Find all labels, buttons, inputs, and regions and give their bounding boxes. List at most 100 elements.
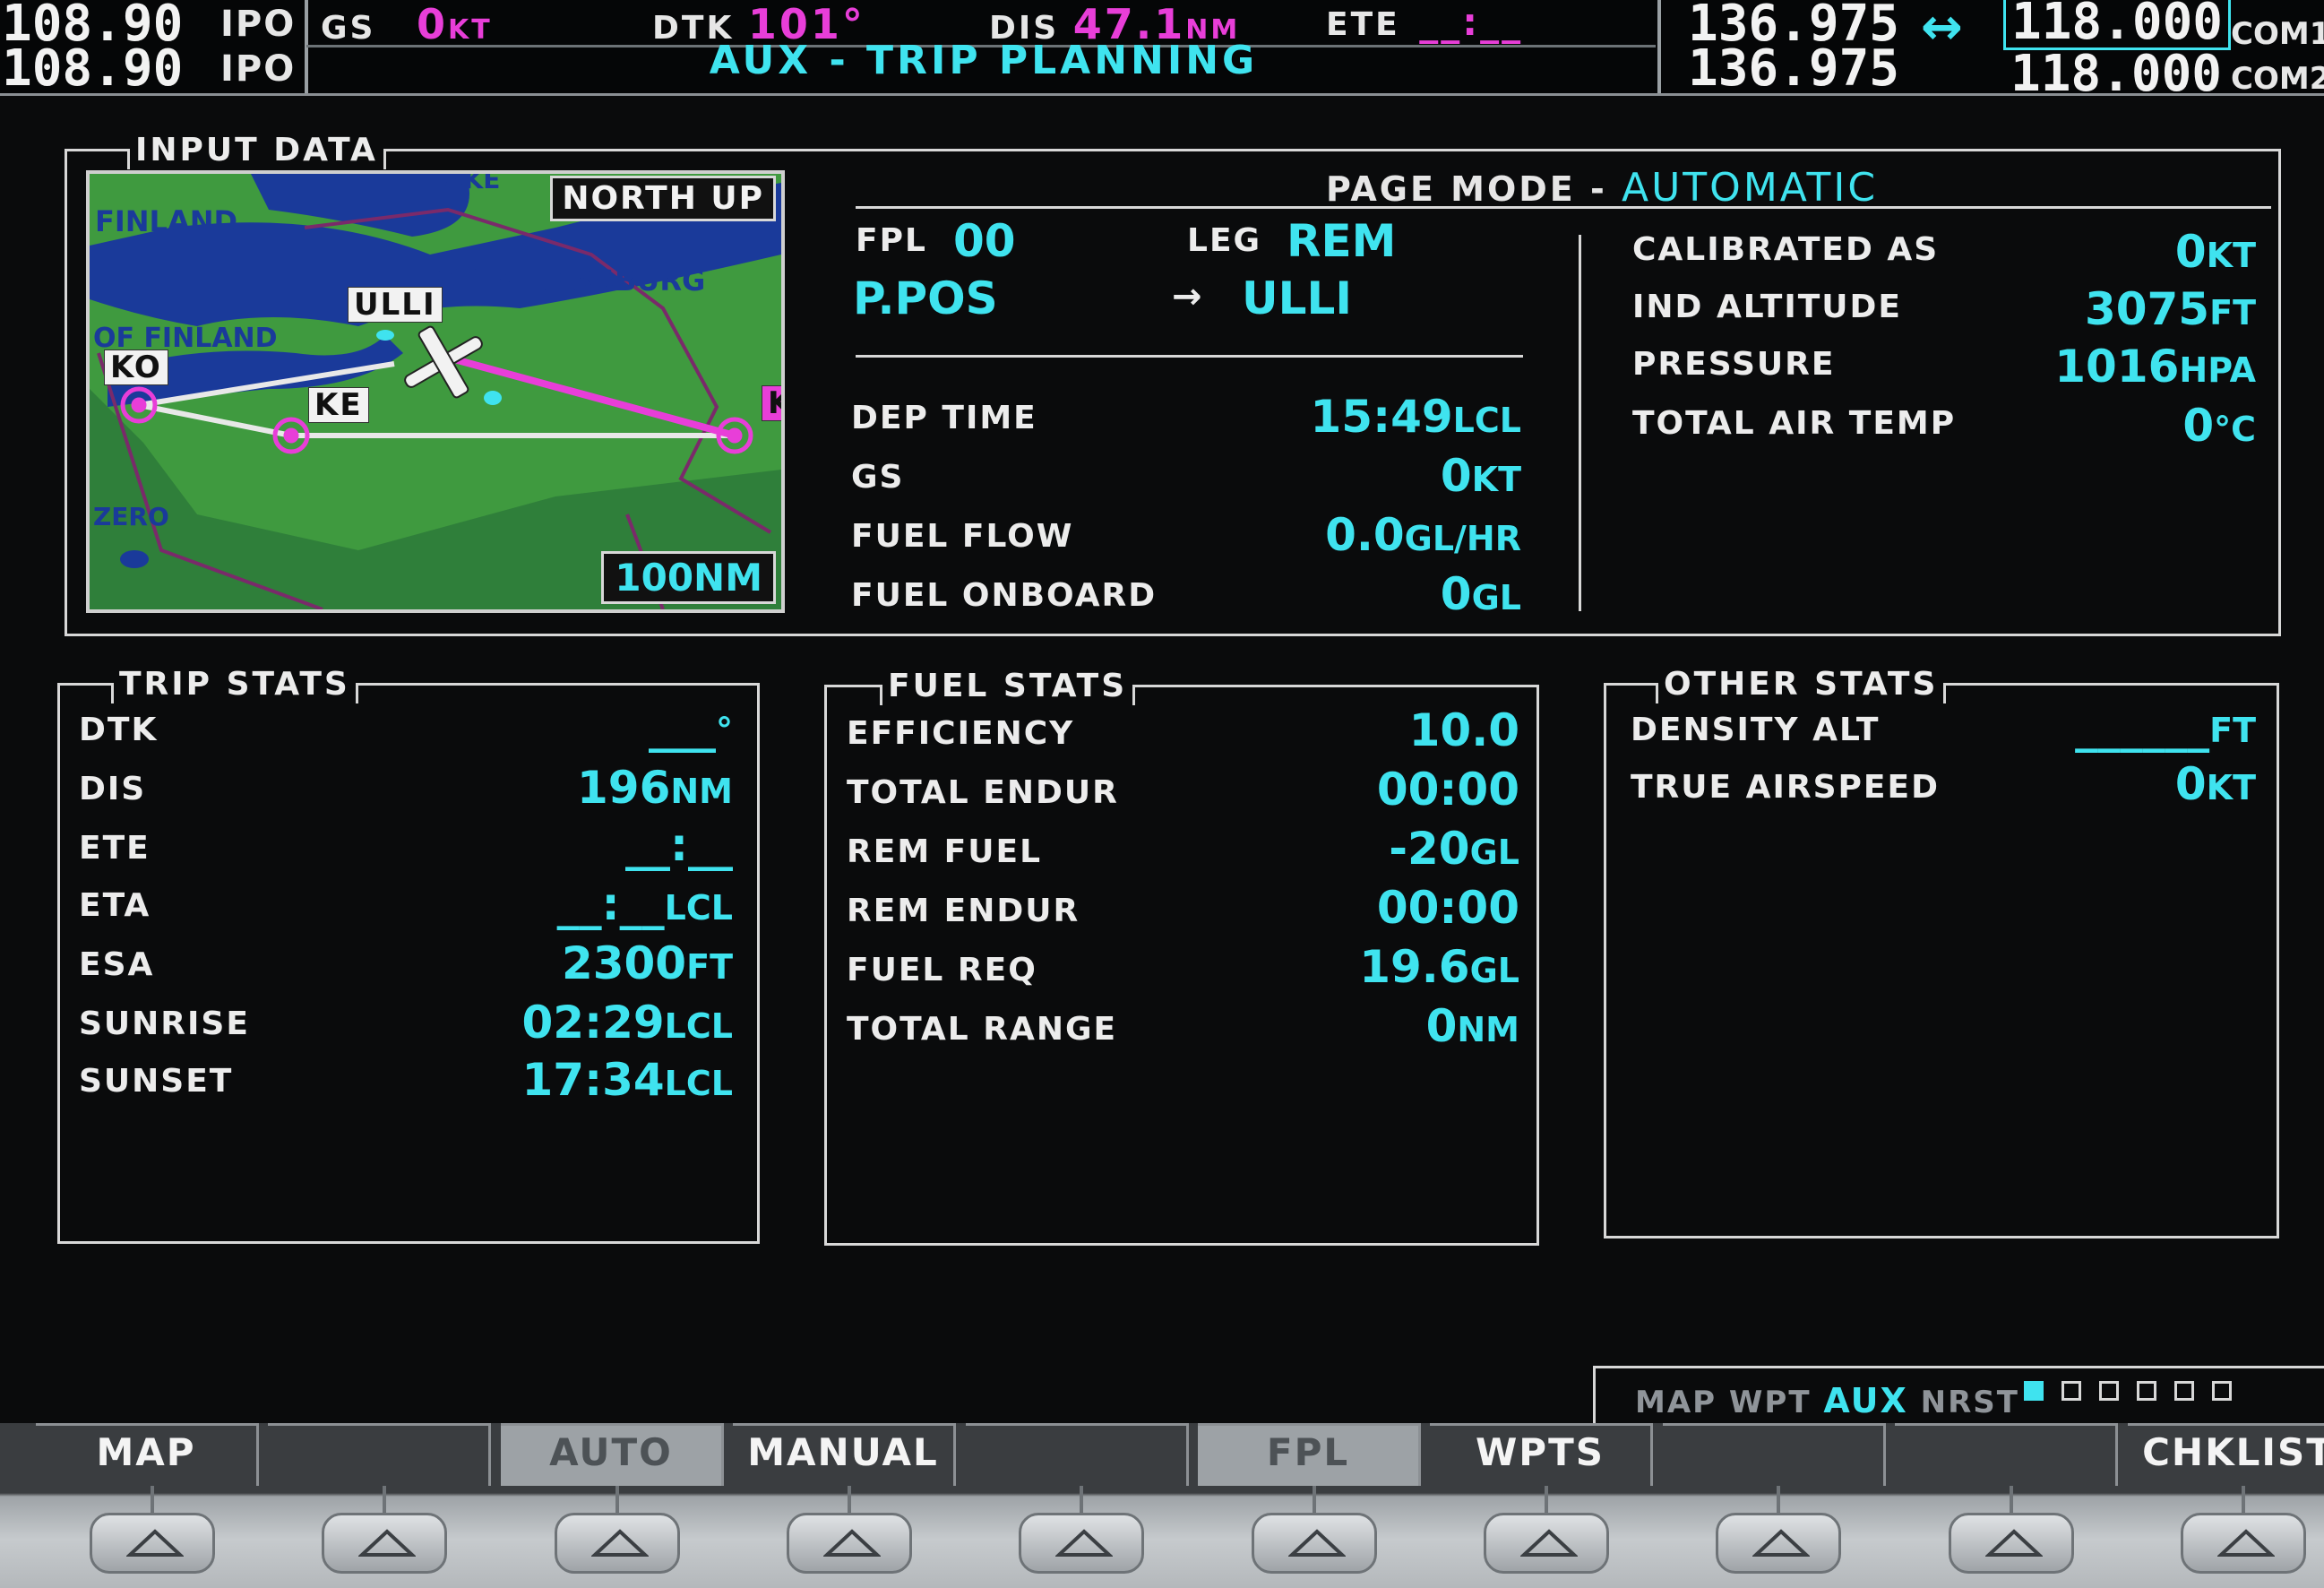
map-graphic — [90, 174, 781, 609]
up-triangle-icon — [1985, 1529, 2043, 1557]
divider — [1657, 0, 1661, 93]
fuel-flow-value[interactable]: 0.0GL/HR — [1325, 509, 1521, 561]
com2-standby-frequency[interactable]: 136.975 — [1688, 39, 1899, 98]
dep-time-label: DEP TIME — [851, 400, 1037, 436]
divider — [856, 206, 2271, 209]
bezel-button[interactable] — [2181, 1513, 2306, 1574]
page-group-wpt[interactable]: WPT — [1729, 1385, 1812, 1420]
bezel-button[interactable] — [1949, 1513, 2074, 1574]
bezel-button[interactable] — [787, 1513, 912, 1574]
trip-sunrise-unit: LCL — [664, 1006, 733, 1046]
bezel-button[interactable] — [1252, 1513, 1377, 1574]
rem-endur-value: 00:00 — [1377, 882, 1519, 934]
fuel-onboard-label: FUEL ONBOARD — [851, 577, 1158, 614]
bezel-button[interactable] — [90, 1513, 215, 1574]
trip-dtk-value: ___° — [649, 701, 733, 753]
ind-altitude-value[interactable]: 3075FT — [2085, 283, 2256, 335]
page-mode-value: AUTOMATIC — [1622, 165, 1879, 211]
dep-time-value[interactable]: 15:49LCL — [1311, 391, 1521, 443]
leg-value[interactable]: REM — [1287, 215, 1396, 267]
com1-active-frequency[interactable]: 118.000 — [2003, 0, 2232, 50]
gs-input-value[interactable]: 0KT — [1441, 450, 1521, 502]
page-mode-label: PAGE MODE - — [1326, 169, 1622, 209]
ind-altitude-label: IND ALTITUDE — [1632, 289, 1902, 325]
up-triangle-icon — [358, 1529, 416, 1557]
fuel-req-value: 19.6GL — [1359, 941, 1519, 993]
fpl-value[interactable]: 00 — [953, 215, 1016, 267]
page-mode[interactable]: PAGE MODE - AUTOMATIC — [1326, 165, 1878, 211]
page-group-indicator: MAP WPT AUX NRST — [1593, 1366, 2324, 1431]
arrow-right-icon: → — [1172, 276, 1202, 317]
up-triangle-icon — [1055, 1529, 1113, 1557]
page-group-aux[interactable]: AUX — [1823, 1381, 1907, 1420]
rem-fuel-number: -20 — [1389, 823, 1470, 875]
fuel-onboard-number: 0 — [1440, 568, 1472, 620]
swap-arrow-icon[interactable]: ↔ — [1921, 0, 1963, 56]
softkey-stem — [1080, 1486, 1083, 1516]
total-endur-value: 00:00 — [1377, 764, 1519, 816]
trip-dis-unit: NM — [670, 772, 733, 811]
up-triangle-icon — [126, 1529, 184, 1557]
pressure-unit: HPA — [2179, 350, 2256, 390]
dep-time-unit: LCL — [1452, 401, 1521, 440]
up-triangle-icon — [1520, 1529, 1578, 1557]
trip-dis-value: 196NM — [577, 762, 733, 814]
map-orientation[interactable]: NORTH UP — [550, 176, 776, 221]
map-label-lake: LAKE — [428, 170, 501, 194]
page-dot — [2212, 1381, 2232, 1401]
fuel-onboard-value[interactable]: 0GL — [1441, 568, 1521, 620]
true-airspeed-unit: KT — [2206, 768, 2256, 807]
input-data-title: INPUT DATA — [127, 132, 386, 169]
efficiency-number: 10.0 — [1408, 704, 1519, 756]
map-label-st-petersburg: ST. PETERSBURG — [435, 263, 706, 298]
up-triangle-icon — [1752, 1529, 1810, 1557]
trip-eta-number: __:__ — [556, 878, 665, 930]
inset-map[interactable]: LAKE FINLAND ST. PETERSBURG OF FINLAND U… — [86, 170, 785, 613]
page-dots — [2024, 1381, 2250, 1404]
trip-sunset-label: SUNSET — [79, 1063, 234, 1100]
total-range-label: TOTAL RANGE — [847, 1011, 1118, 1048]
trip-sunrise-label: SUNRISE — [79, 1005, 250, 1042]
trip-esa-unit: FT — [686, 947, 733, 987]
total-air-temp-label: TOTAL AIR TEMP — [1632, 405, 1957, 442]
leg-to-waypoint[interactable]: ULLI — [1242, 272, 1352, 324]
trip-sunset-number: 17:34 — [521, 1054, 665, 1106]
map-waypoint-ke[interactable]: KE — [308, 387, 369, 423]
total-air-temp-value[interactable]: 0°C — [2182, 400, 2256, 452]
fuel-flow-number: 0.0 — [1325, 509, 1405, 561]
ind-altitude-unit: FT — [2209, 293, 2256, 332]
map-waypoint-ulli[interactable]: ULLI — [348, 287, 443, 323]
total-air-temp-unit: °C — [2214, 410, 2256, 449]
trip-ete-number: __:__ — [625, 819, 733, 871]
divider — [1579, 235, 1581, 611]
efficiency-value: 10.0 — [1409, 704, 1519, 756]
top-status-bar: 108.90 IPO 108.90 IPO GS 0KT DTK 101° DI… — [0, 0, 2324, 103]
page-group-map[interactable]: MAP — [1635, 1385, 1717, 1420]
nav1-standby-frequency[interactable]: 108.90 — [2, 39, 183, 98]
com2-active-frequency[interactable]: 118.000 — [2010, 45, 2222, 103]
pressure-value[interactable]: 1016HPA — [2054, 341, 2256, 393]
gs-input-label: GS — [851, 459, 905, 496]
com1-label: COM1 — [2231, 16, 2324, 52]
bezel-button[interactable] — [1716, 1513, 1841, 1574]
up-triangle-icon — [1288, 1529, 1346, 1557]
true-airspeed-number: 0 — [2174, 758, 2207, 810]
leg-from-waypoint[interactable]: P.POS — [853, 272, 998, 324]
up-triangle-icon — [2217, 1529, 2275, 1557]
fuel-onboard-unit: GL — [1471, 578, 1521, 617]
bezel-button[interactable] — [1484, 1513, 1609, 1574]
calibrated-as-number: 0 — [2174, 226, 2207, 278]
map-waypoint-ko[interactable]: KO — [104, 350, 168, 385]
softkey-bar: MAP AUTO MANUAL FPL WPTS CHKLIST — [0, 1423, 2324, 1588]
map-range[interactable]: 100NM — [601, 551, 776, 604]
calibrated-as-value[interactable]: 0KT — [2175, 226, 2256, 278]
trip-esa-number: 2300 — [561, 937, 687, 989]
fpl-label: FPL — [856, 222, 927, 259]
rem-fuel-unit: GL — [1469, 833, 1519, 872]
trip-stats-title: TRIP STATS — [111, 666, 358, 703]
bezel-button[interactable] — [1019, 1513, 1144, 1574]
bezel-button[interactable] — [555, 1513, 680, 1574]
bezel-button[interactable] — [322, 1513, 447, 1574]
map-waypoint-k[interactable]: K — [762, 385, 781, 421]
page-group-nrst[interactable]: NRST — [1921, 1385, 2019, 1420]
